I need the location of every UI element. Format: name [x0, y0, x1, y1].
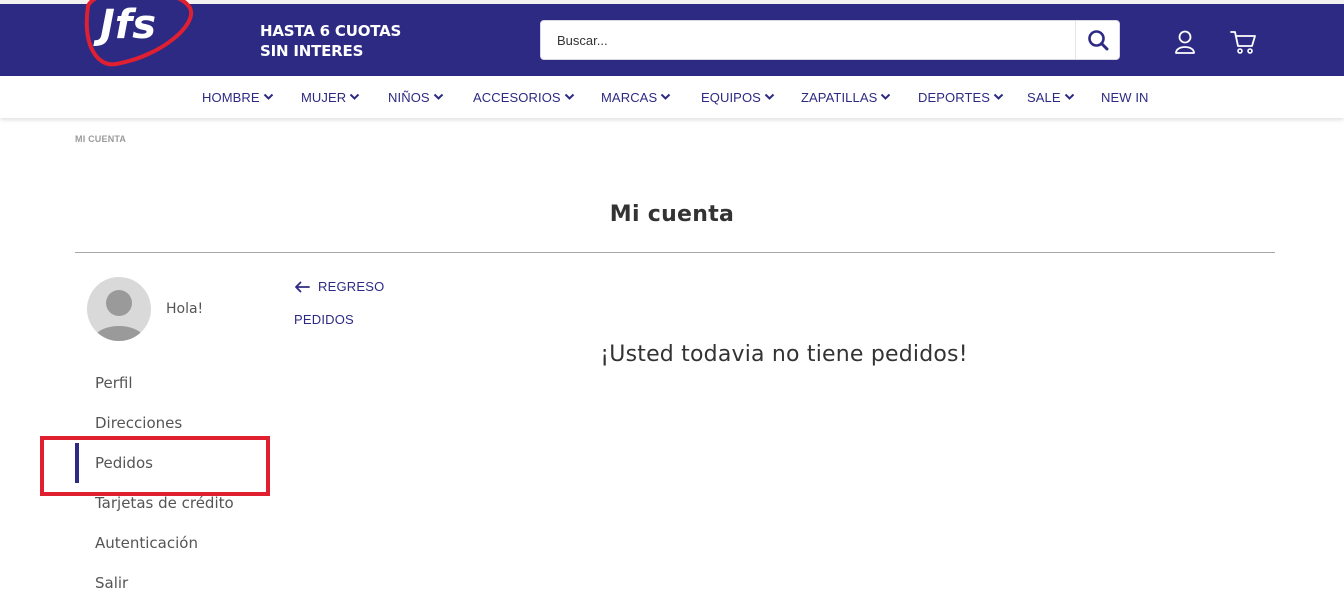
back-link-label: REGRESO	[318, 279, 385, 294]
nav-item-label: HOMBRE	[202, 89, 260, 105]
nav-item-sale[interactable]: SALE	[1027, 76, 1075, 118]
chevron-down-icon	[661, 93, 671, 100]
chevron-down-icon	[263, 93, 273, 100]
breadcrumb[interactable]: MI CUENTA	[75, 134, 126, 144]
user-placeholder-icon	[93, 290, 145, 341]
promo-line-2: SIN INTERES	[260, 42, 364, 60]
nav-item-mujer[interactable]: MUJER	[301, 76, 360, 118]
search-bar	[540, 20, 1120, 60]
chevron-down-icon	[433, 93, 443, 100]
search-button[interactable]	[1075, 21, 1119, 59]
divider	[75, 252, 1275, 253]
nav-item-accesorios[interactable]: ACCESORIOS	[473, 76, 575, 118]
greeting: Hola!	[166, 301, 204, 317]
chevron-down-icon	[881, 93, 891, 100]
nav-item-label: MUJER	[301, 89, 347, 105]
chevron-down-icon	[564, 93, 574, 100]
nav-item-hombre[interactable]: HOMBRE	[202, 76, 274, 118]
sidebar-item-perfil[interactable]: Perfil	[95, 374, 133, 392]
promo-line-1: HASTA 6 CUOTAS	[260, 22, 402, 40]
chevron-down-icon	[764, 93, 775, 100]
sidebar-item-direcciones[interactable]: Direcciones	[95, 414, 182, 432]
sidebar-item-salir[interactable]: Salir	[95, 574, 128, 592]
search-input[interactable]	[541, 21, 1077, 59]
nav-item-equipos[interactable]: EQUIPOS	[701, 76, 775, 118]
page-title: Mi cuenta	[609, 202, 735, 227]
back-link[interactable]: REGRESO	[294, 279, 384, 294]
nav-item-deportes[interactable]: DEPORTES	[918, 76, 1004, 118]
nav-item-ninos[interactable]: NIÑOS	[388, 76, 444, 118]
nav-item-zapatillas[interactable]: ZAPATILLAS	[801, 76, 891, 118]
site-header: Jfs HASTA 6 CUOTAS SIN INTERES	[0, 0, 1344, 76]
nav-item-label: NEW IN	[1101, 89, 1149, 105]
chevron-down-icon	[350, 93, 360, 100]
search-icon	[1087, 30, 1108, 51]
nav-item-label: ZAPATILLAS	[801, 89, 878, 105]
chevron-down-icon	[993, 93, 1004, 100]
nav-item-label: NIÑOS	[388, 89, 430, 105]
promo-banner: HASTA 6 CUOTAS SIN INTERES	[260, 21, 401, 61]
nav-item-new-in[interactable]: NEW IN	[1101, 76, 1149, 118]
nav-item-label: EQUIPOS	[701, 89, 761, 105]
empty-orders-message: ¡Usted todavia no tiene pedidos!	[600, 342, 968, 367]
jfs-logo[interactable]: Jfs	[66, 0, 206, 74]
avatar	[87, 277, 151, 341]
nav-item-label: SALE	[1027, 89, 1061, 105]
sidebar-item-autenticacion[interactable]: Autenticación	[95, 534, 198, 552]
nav-item-label: ACCESORIOS	[473, 89, 561, 105]
sidebar-item-tarjetas[interactable]: Tarjetas de crédito	[95, 494, 234, 512]
chevron-down-icon	[1064, 93, 1074, 100]
section-label: PEDIDOS	[294, 312, 354, 327]
nav-item-label: DEPORTES	[918, 89, 991, 105]
svg-text:Jfs: Jfs	[93, 2, 156, 48]
cart-icon[interactable]	[1228, 28, 1258, 56]
nav-item-label: MARCAS	[601, 89, 658, 105]
user-icon[interactable]	[1171, 28, 1199, 56]
arrow-left-icon	[295, 281, 310, 292]
highlight-box	[40, 436, 270, 496]
nav-item-marcas[interactable]: MARCAS	[601, 76, 671, 118]
main-nav: HOMBRE MUJER NIÑOS ACCESORIOS MARCAS EQU…	[0, 76, 1344, 118]
